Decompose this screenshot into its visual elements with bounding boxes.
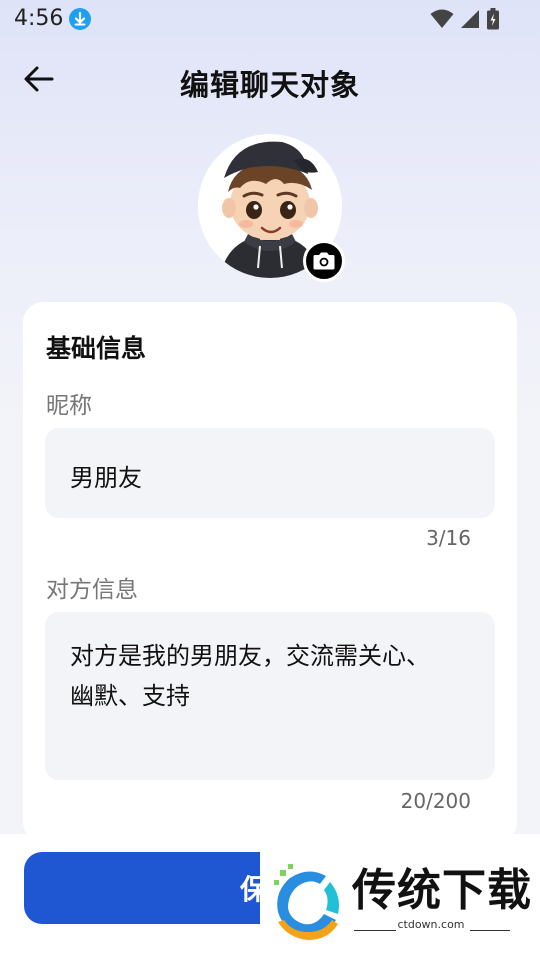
watermark-brand: 传统下载 <box>352 865 532 916</box>
nickname-counter: 3/16 <box>426 526 471 550</box>
change-avatar-button[interactable] <box>303 240 345 282</box>
watermark-divider <box>470 930 510 931</box>
wifi-icon <box>430 9 454 33</box>
status-time: 4:56 <box>14 6 64 31</box>
header: 编辑聊天对象 <box>0 46 540 116</box>
download-icon <box>69 8 91 30</box>
basic-info-card: 基础信息 昵称 男朋友 3/16 对方信息 对方是我的男朋友，交流需关心、幽默、… <box>23 302 517 842</box>
nickname-input[interactable]: 男朋友 <box>45 428 495 518</box>
cellular-signal-icon <box>460 9 480 33</box>
page-title: 编辑聊天对象 <box>179 68 360 102</box>
status-bar: 4:56 <box>0 0 540 38</box>
info-textarea[interactable]: 对方是我的男朋友，交流需关心、幽默、支持 <box>45 612 495 780</box>
watermark-logo <box>268 862 348 946</box>
nickname-value: 男朋友 <box>70 464 142 492</box>
camera-icon <box>306 252 342 283</box>
nickname-label: 昵称 <box>46 393 92 419</box>
info-counter: 20/200 <box>400 789 471 813</box>
battery-icon <box>486 8 500 34</box>
avatar-picker[interactable] <box>198 134 345 282</box>
watermark: 传统下载 ctdown.com <box>260 844 540 944</box>
section-title: 基础信息 <box>46 334 147 363</box>
info-label: 对方信息 <box>46 577 138 603</box>
info-value: 对方是我的男朋友，交流需关心、幽默、支持 <box>70 642 430 710</box>
